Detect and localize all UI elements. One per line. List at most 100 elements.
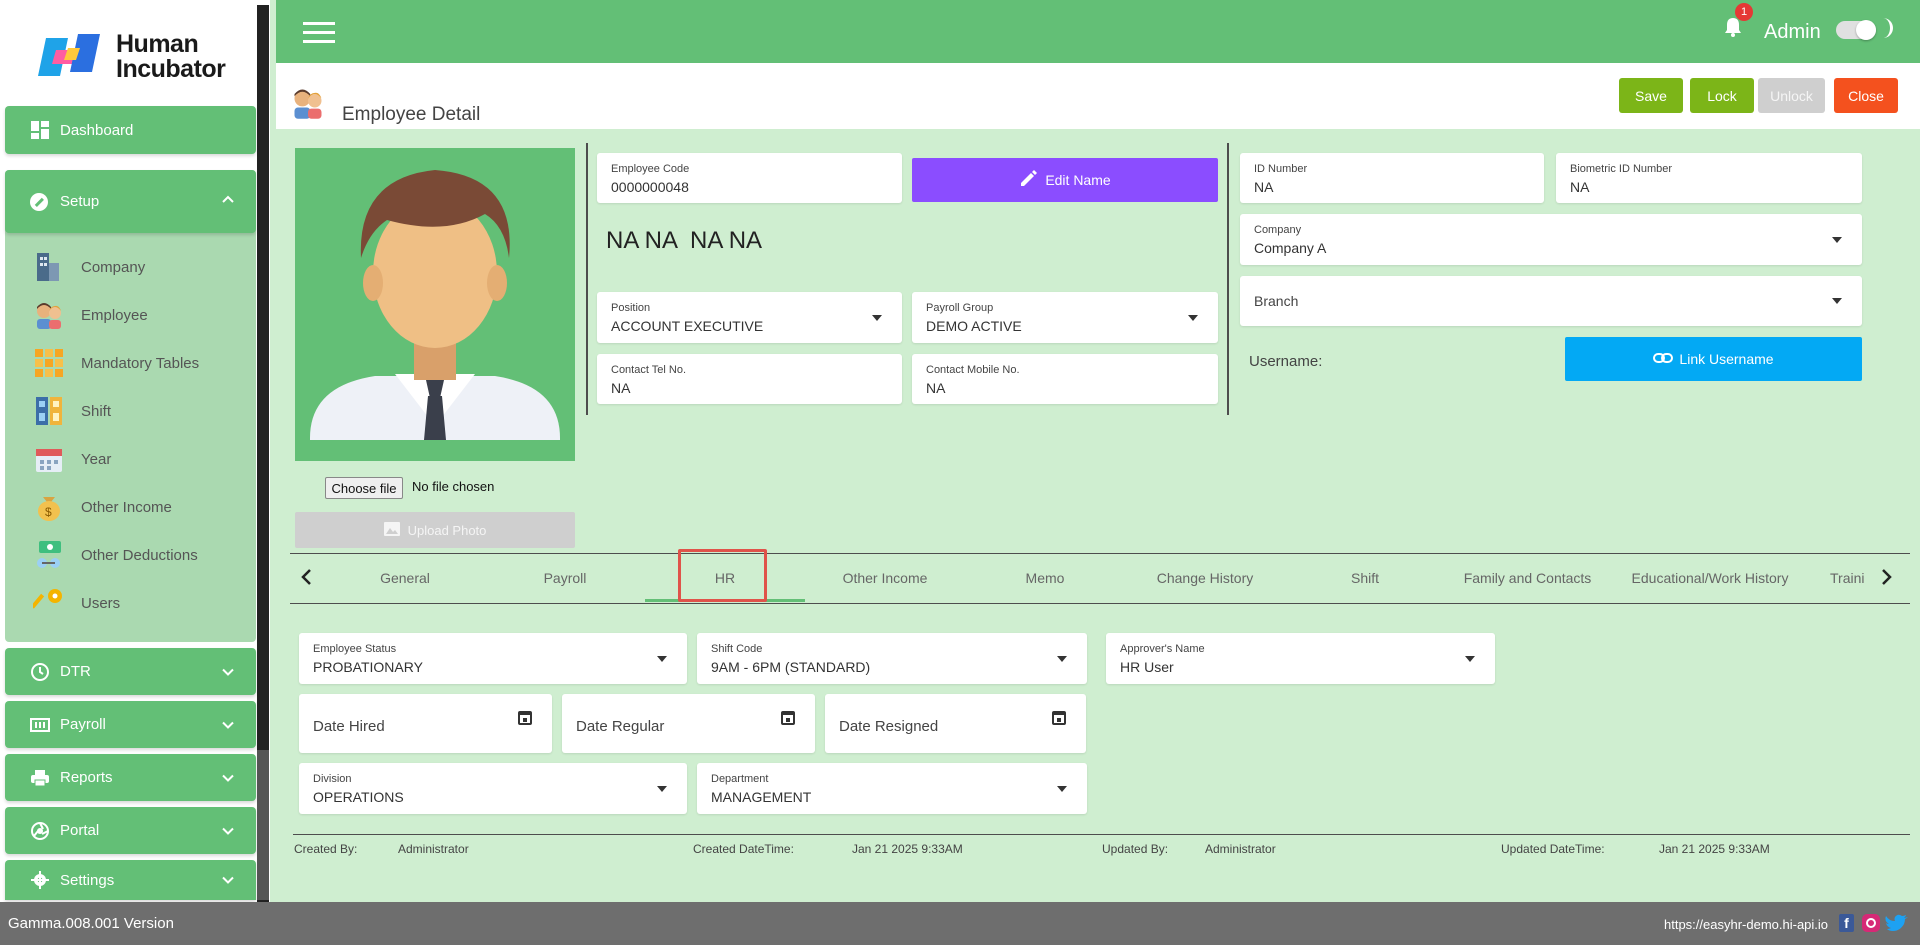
chevron-left-icon[interactable] <box>300 568 312 591</box>
facebook-icon[interactable]: f <box>1839 914 1854 932</box>
field-label: Position <box>611 302 651 314</box>
link-username-label: Link Username <box>1679 351 1774 367</box>
lock-button[interactable]: Lock <box>1690 78 1754 113</box>
branch-select[interactable]: Branch <box>1240 276 1862 326</box>
tab-other-income[interactable]: Other Income <box>825 560 945 596</box>
setup-item-other-income[interactable]: $ Other Income <box>33 490 172 524</box>
date-resigned-field[interactable]: Date Resigned <box>825 694 1086 753</box>
contact-mobile-field[interactable]: Contact Mobile No. NA <box>912 354 1218 404</box>
money-bag-icon: $ <box>38 497 60 521</box>
updated-datetime-label: Updated DateTime: <box>1501 842 1605 856</box>
tab-shift[interactable]: Shift <box>1305 560 1425 596</box>
setup-item-year[interactable]: Year <box>33 442 111 476</box>
tab-change-history[interactable]: Change History <box>1140 560 1270 596</box>
biometric-id-field[interactable]: Biometric ID Number NA <box>1556 153 1862 203</box>
deductions-icon <box>37 541 61 568</box>
sidebar-item-dtr[interactable]: DTR <box>5 648 256 695</box>
setup-item-label: Year <box>81 450 112 468</box>
position-select[interactable]: Position ACCOUNT EXECUTIVE <box>597 292 902 343</box>
footer: Gamma.008.001 Version https://easyhr-dem… <box>0 902 1920 945</box>
edit-name-button[interactable]: Edit Name <box>912 158 1218 202</box>
division-select[interactable]: Division OPERATIONS <box>299 763 687 814</box>
instagram-icon[interactable] <box>1862 914 1880 932</box>
printer-icon <box>30 768 50 788</box>
caret-down-icon <box>657 785 667 792</box>
employee-status-select[interactable]: Employee Status PROBATIONARY <box>299 633 687 684</box>
setup-item-company[interactable]: Company <box>33 250 145 284</box>
upload-photo-button[interactable]: Upload Photo <box>295 512 575 548</box>
calendar-icon[interactable] <box>518 711 532 725</box>
calendar-icon[interactable] <box>1052 711 1066 725</box>
field-value: NA <box>1254 179 1274 195</box>
field-value: 9AM - 6PM (STANDARD) <box>711 659 871 675</box>
setup-item-employee[interactable]: Employee <box>33 298 148 332</box>
field-label: Shift Code <box>711 643 763 655</box>
caret-down-icon <box>1832 298 1842 304</box>
company-select[interactable]: Company Company A <box>1240 214 1862 265</box>
choose-file-button[interactable]: Choose file <box>325 477 403 499</box>
date-hired-field[interactable]: Date Hired <box>299 694 552 753</box>
field-label: Division <box>313 773 352 785</box>
tab-educational-work-history[interactable]: Educational/Work History <box>1625 560 1795 596</box>
top-bar: 1 Admin <box>276 0 1920 63</box>
sidebar: Human Incubator Dashboard Setup Company … <box>0 0 270 902</box>
calendar-icon[interactable] <box>781 711 795 725</box>
setup-item-mandatory-tables[interactable]: Mandatory Tables <box>33 346 199 380</box>
sidebar-item-portal[interactable]: Portal <box>5 807 256 854</box>
field-value: Company A <box>1254 240 1327 256</box>
field-value: PROBATIONARY <box>313 659 423 675</box>
footer-url-link[interactable]: https://easyhr-demo.hi-api.io <box>1664 917 1828 932</box>
tab-payroll[interactable]: Payroll <box>505 560 625 596</box>
sidebar-scrollbar-thumb[interactable] <box>257 750 269 900</box>
brand-logo[interactable]: Human Incubator <box>38 28 238 84</box>
caret-down-icon <box>1188 314 1198 321</box>
tab-general[interactable]: General <box>345 560 465 596</box>
unlock-button[interactable]: Unlock <box>1758 78 1825 113</box>
person-placeholder-icon <box>310 170 560 440</box>
employee-full-name: NA NA NA NA <box>606 227 763 254</box>
field-label: Approver's Name <box>1120 643 1205 655</box>
field-value: MANAGEMENT <box>711 789 812 805</box>
updated-datetime-value: Jan 21 2025 9:33AM <box>1659 842 1770 856</box>
caret-down-icon <box>1832 236 1842 243</box>
twitter-icon[interactable] <box>1885 914 1909 939</box>
chevron-down-icon <box>222 663 234 680</box>
field-value: NA <box>611 380 631 396</box>
field-value: NA <box>1570 179 1590 195</box>
payroll-group-select[interactable]: Payroll Group DEMO ACTIVE <box>912 292 1218 343</box>
shift-code-select[interactable]: Shift Code 9AM - 6PM (STANDARD) <box>697 633 1087 684</box>
date-regular-field[interactable]: Date Regular <box>562 694 815 753</box>
created-by-label: Created By: <box>294 842 358 856</box>
table-grid-icon <box>35 349 63 377</box>
approver-name-select[interactable]: Approver's Name HR User <box>1106 633 1495 684</box>
tab-family-and-contacts[interactable]: Family and Contacts <box>1455 560 1600 596</box>
tab-memo[interactable]: Memo <box>985 560 1105 596</box>
sidebar-item-payroll[interactable]: Payroll <box>5 701 256 748</box>
tab-training[interactable]: Traini <box>1830 560 1875 596</box>
theme-toggle[interactable] <box>1836 20 1876 40</box>
setup-item-label: Users <box>81 594 121 612</box>
pencil-icon <box>1019 169 1038 191</box>
logo-mark-icon <box>38 34 100 76</box>
wrench-icon <box>30 192 50 212</box>
field-label: Contact Mobile No. <box>926 364 1020 376</box>
sidebar-item-dashboard[interactable]: Dashboard <box>5 106 256 154</box>
setup-item-shift[interactable]: Shift <box>33 394 111 428</box>
id-number-field[interactable]: ID Number NA <box>1240 153 1544 203</box>
hamburger-menu-icon[interactable] <box>303 22 335 49</box>
setup-item-users[interactable]: Users <box>33 586 120 620</box>
department-select[interactable]: Department MANAGEMENT <box>697 763 1087 814</box>
close-button[interactable]: Close <box>1834 78 1898 113</box>
created-by-value: Administrator <box>398 842 469 856</box>
link-username-button[interactable]: Link Username <box>1565 337 1862 381</box>
sidebar-item-settings[interactable]: Settings <box>5 860 256 900</box>
chevron-right-icon[interactable] <box>1881 568 1893 591</box>
save-button[interactable]: Save <box>1619 78 1683 113</box>
contact-tel-field[interactable]: Contact Tel No. NA <box>597 354 902 404</box>
setup-item-other-deductions[interactable]: Other Deductions <box>33 538 198 572</box>
sidebar-item-setup[interactable]: Setup <box>5 170 256 233</box>
employee-code-field[interactable]: Employee Code 0000000048 <box>597 153 902 203</box>
user-name[interactable]: Admin <box>1764 21 1821 44</box>
sidebar-item-reports[interactable]: Reports <box>5 754 256 801</box>
tab-bar-bottom-line <box>290 603 1910 604</box>
